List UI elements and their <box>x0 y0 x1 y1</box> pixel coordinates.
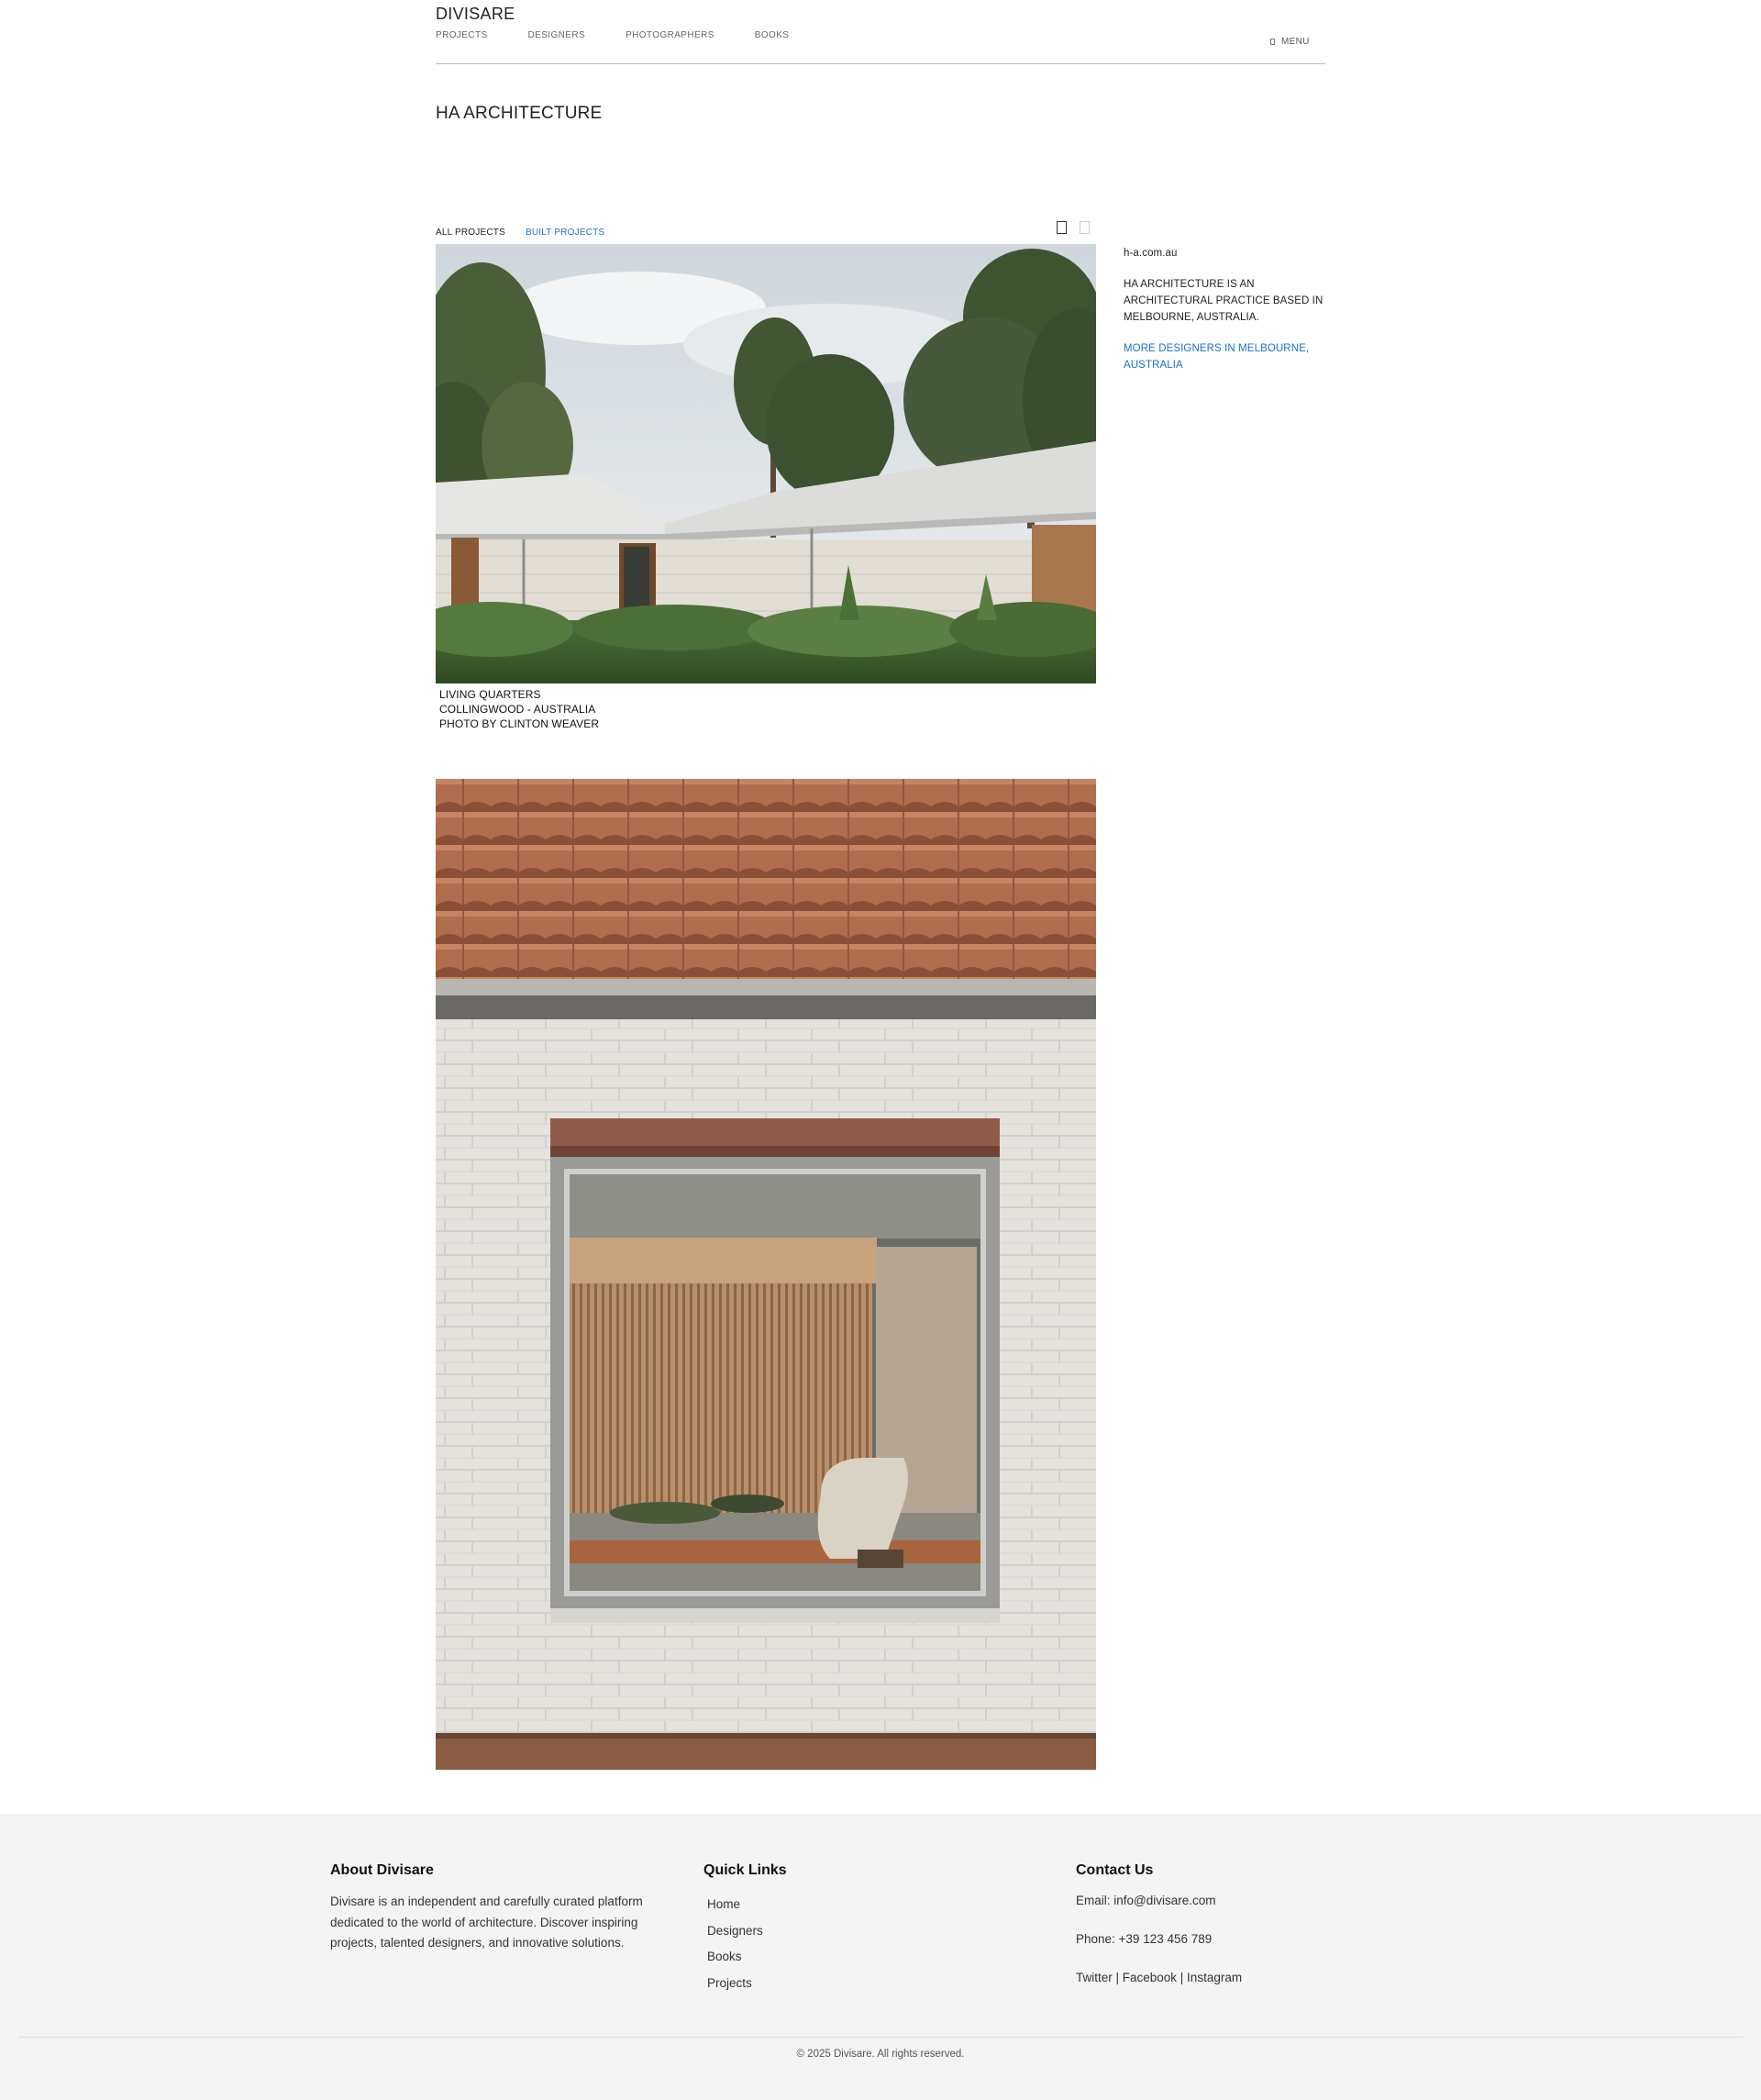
project-caption: LIVING QUARTERS COLLINGWOOD - AUSTRALIA … <box>439 687 599 731</box>
designer-website-link[interactable]: h-a.com.au <box>1124 245 1330 261</box>
project-location: COLLINGWOOD - AUSTRALIA <box>439 703 596 716</box>
designer-description: HA ARCHITECTURE IS AN ARCHITECTURAL PRAC… <box>1124 279 1324 323</box>
footer-social-links[interactable]: Twitter | Facebook | Instagram <box>1076 1969 1242 1987</box>
header-divider <box>436 63 1325 64</box>
view-toggle <box>1057 221 1090 234</box>
project-name[interactable]: LIVING QUARTERS <box>439 687 599 702</box>
site-logo[interactable]: DIVISARE <box>436 5 515 24</box>
menu-button[interactable]: MENU <box>1270 37 1310 47</box>
menu-label: MENU <box>1281 37 1310 47</box>
footer-links-heading: Quick Links <box>703 1862 787 1878</box>
nav-books[interactable]: BOOKS <box>755 30 790 40</box>
footer-about-heading: About Divisare <box>330 1862 434 1878</box>
page-title: HA ARCHITECTURE <box>436 104 603 123</box>
footer-phone: Phone: +39 123 456 789 <box>1076 1932 1213 1946</box>
project-image-living-quarters[interactable] <box>436 244 1096 683</box>
footer-about-text: Divisare is an independent and carefully… <box>330 1894 643 1950</box>
footer-link-books[interactable]: Books <box>707 1944 787 1971</box>
copyright: © 2025 Divisare. All rights reserved. <box>796 2049 965 2060</box>
brick-wall-window-photo <box>436 779 1096 1770</box>
tab-built-projects[interactable]: BUILT PROJECTS <box>526 228 604 238</box>
single-view-icon[interactable] <box>1057 221 1067 234</box>
tab-all-projects[interactable]: ALL PROJECTS <box>436 228 505 238</box>
main-nav: PROJECTS DESIGNERS PHOTOGRAPHERS BOOKS <box>436 30 829 40</box>
nav-photographers[interactable]: PHOTOGRAPHERS <box>626 30 714 40</box>
footer-link-projects[interactable]: Projects <box>707 1971 787 1997</box>
grid-view-icon[interactable] <box>1080 221 1090 234</box>
footer-link-home[interactable]: Home <box>707 1892 787 1918</box>
footer-divider <box>18 2037 1743 2038</box>
menu-icon <box>1270 39 1275 45</box>
footer-about: About Divisare Divisare is an independen… <box>330 1862 670 1954</box>
nav-projects[interactable]: PROJECTS <box>436 30 488 40</box>
house-with-white-roof-photo <box>436 244 1096 683</box>
project-image-2[interactable] <box>436 779 1096 1770</box>
project-filter-tabs: ALL PROJECTS BUILT PROJECTS <box>436 228 604 238</box>
footer-contact-heading: Contact Us <box>1076 1862 1154 1878</box>
designer-sidebar: h-a.com.au HA ARCHITECTURE IS AN ARCHITE… <box>1124 245 1330 373</box>
footer-quick-links: Quick Links Home Designers Books Project… <box>703 1862 787 1996</box>
footer-link-designers[interactable]: Designers <box>707 1918 787 1945</box>
photo-credit: PHOTO BY CLINTON WEAVER <box>439 717 600 730</box>
nav-designers[interactable]: DESIGNERS <box>528 30 586 40</box>
footer-email[interactable]: Email: info@divisare.com <box>1076 1892 1242 1910</box>
footer-contact: Contact Us Email: info@divisare.com Phon… <box>1076 1862 1242 1987</box>
more-designers-link[interactable]: MORE DESIGNERS IN MELBOURNE, AUSTRALIA <box>1124 340 1330 373</box>
